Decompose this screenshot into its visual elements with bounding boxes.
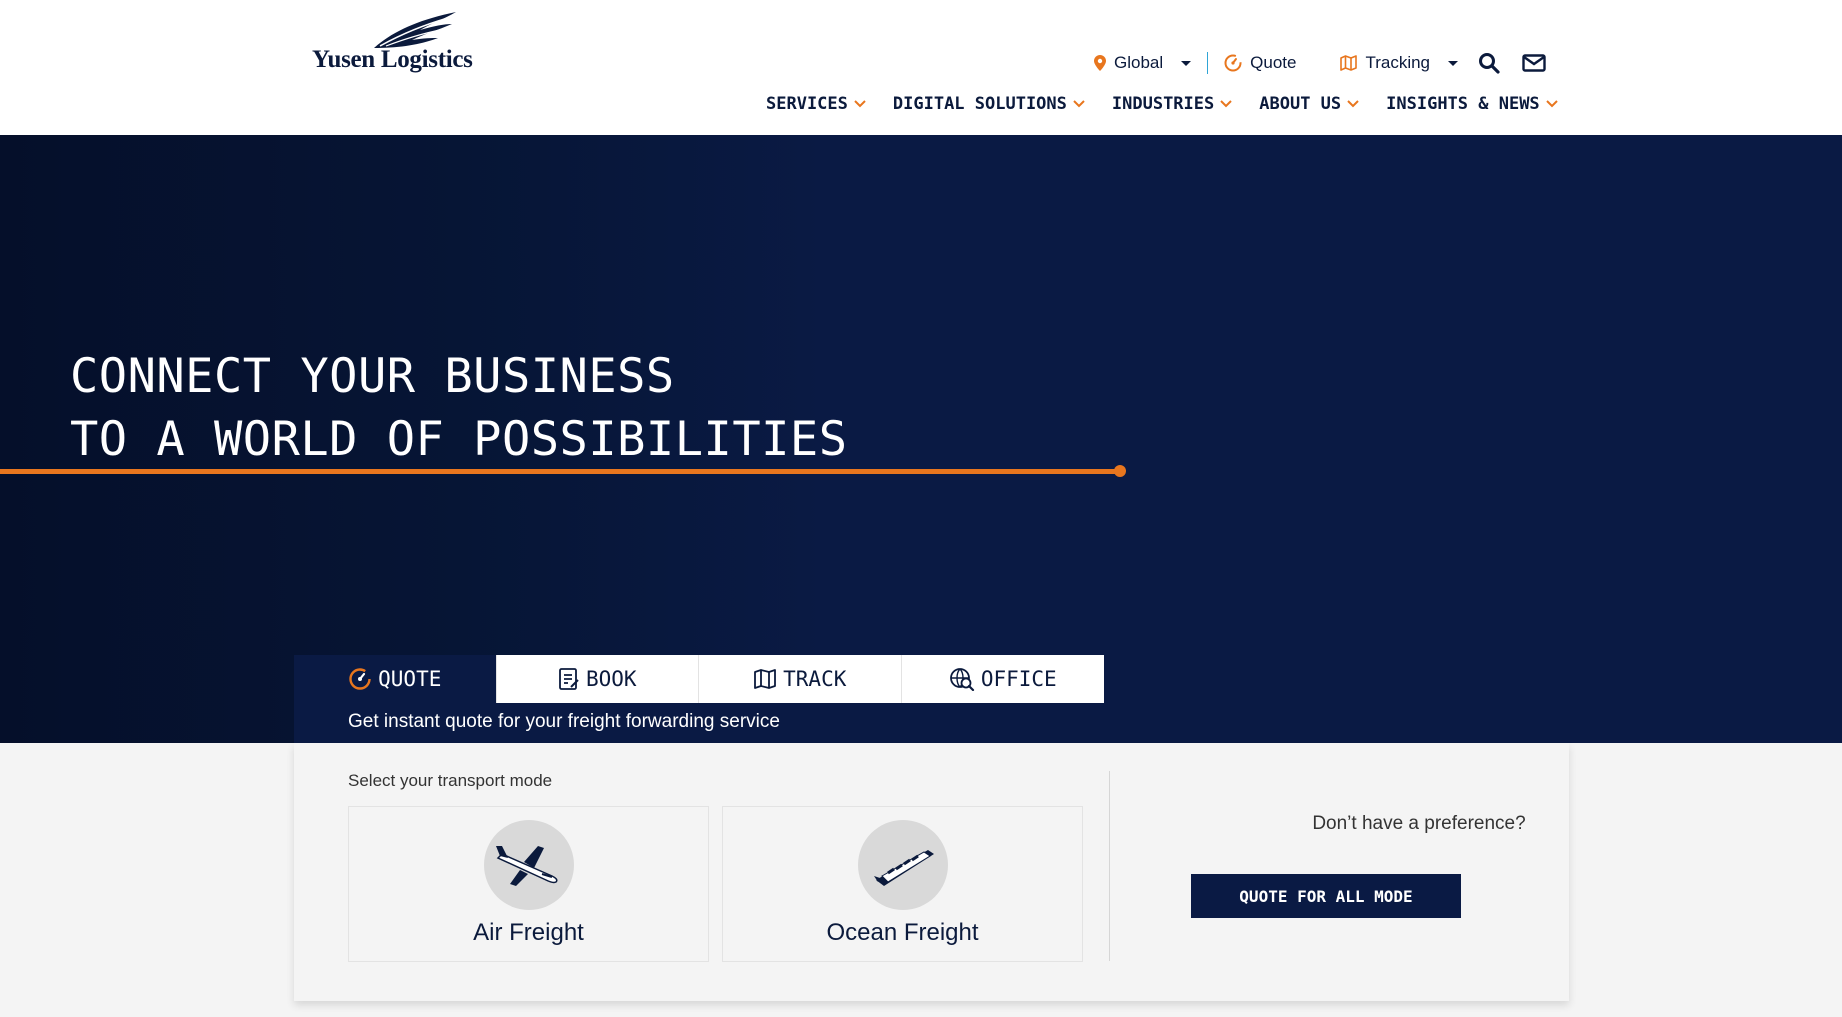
mail-icon (1522, 54, 1546, 72)
quote-label: Quote (1250, 53, 1297, 72)
airplane-icon (496, 846, 558, 886)
tab-label: QUOTE (378, 667, 442, 691)
tab-label: TRACK (783, 667, 847, 691)
quote-link[interactable]: Quote (1224, 53, 1296, 73)
tab-label: OFFICE (980, 667, 1057, 691)
nav-label: INDUSTRIES (1111, 94, 1215, 114)
quote-subtitle: Get instant quote for your freight forwa… (348, 711, 780, 732)
nav-label: DIGITAL SOLUTIONS (892, 94, 1067, 114)
nav-industries[interactable]: INDUSTRIES (1112, 94, 1232, 114)
contact-button[interactable] (1522, 54, 1546, 72)
utility-bar: Global Quote Tracking (1094, 50, 1546, 76)
wing-logo-icon (374, 12, 456, 48)
ocean-freight-card[interactable]: Ocean Freight (722, 806, 1083, 962)
nav-about-us[interactable]: ABOUT US (1259, 94, 1359, 114)
panel-divider (1109, 771, 1110, 961)
map-icon (1340, 55, 1358, 71)
ocean-freight-icon-circle (858, 820, 948, 910)
logo-text: Yusen Logistics (312, 46, 473, 73)
nav-label: ABOUT US (1259, 94, 1342, 114)
nav-label: SERVICES (766, 94, 848, 114)
tracking-label: Tracking (1365, 53, 1431, 72)
search-button[interactable] (1478, 52, 1500, 74)
main-navigation: SERVICES DIGITAL SOLUTIONS INDUSTRIES AB… (766, 94, 1558, 114)
location-pin-icon (1094, 55, 1106, 71)
yusen-logistics-logo[interactable]: Yusen Logistics (312, 10, 482, 73)
nav-digital-solutions[interactable]: DIGITAL SOLUTIONS (893, 94, 1085, 114)
quote-panel-header: Get instant quote for your freight forwa… (294, 703, 1569, 743)
air-freight-card[interactable]: Air Freight (348, 806, 709, 962)
map-icon (754, 669, 777, 689)
tab-quote[interactable]: QUOTE (294, 655, 497, 703)
chevron-down-icon (1073, 100, 1085, 108)
tab-office[interactable]: OFFICE (901, 655, 1104, 703)
hero-title-line-1: CONNECT YOUR BUSINESS (70, 349, 675, 404)
preference-question: Don’t have a preference? (1312, 813, 1526, 834)
quote-icon (1224, 54, 1242, 72)
nav-services[interactable]: SERVICES (766, 94, 866, 114)
chevron-down-icon (1545, 100, 1558, 108)
office-search-icon (949, 668, 974, 691)
region-selector[interactable]: Global (1094, 53, 1192, 73)
tab-track[interactable]: TRACK (699, 655, 902, 703)
ocean-freight-label: Ocean Freight (826, 919, 979, 946)
tracking-selector[interactable]: Tracking (1340, 53, 1459, 73)
hero-title-line-2: TO A WORLD OF POSSIBILITIES (70, 412, 848, 467)
caret-down-icon (1181, 60, 1192, 66)
transport-mode-label: Select your transport mode (348, 771, 553, 790)
caret-down-icon (1448, 60, 1459, 66)
util-divider (1207, 52, 1209, 74)
nav-label: INSIGHTS & NEWS (1386, 94, 1540, 114)
tab-book[interactable]: BOOK (496, 655, 699, 703)
quote-icon (349, 668, 371, 690)
chevron-down-icon (1347, 100, 1359, 108)
service-tabs: QUOTE BOOK TRACK OFFICE (294, 655, 1104, 703)
ship-icon (874, 850, 934, 886)
chevron-down-icon (854, 100, 866, 108)
hero-title: CONNECT YOUR BUSINESS TO A WORLD OF POSS… (70, 345, 848, 471)
region-label: Global (1114, 53, 1164, 72)
search-icon (1479, 53, 1500, 74)
air-freight-label: Air Freight (473, 919, 584, 946)
chevron-down-icon (1220, 100, 1232, 108)
hero-accent-line (0, 469, 1120, 474)
nav-insights-news[interactable]: INSIGHTS & NEWS (1386, 94, 1558, 114)
quote-all-modes-button[interactable]: QUOTE FOR ALL MODE (1191, 874, 1461, 918)
book-icon (559, 668, 579, 690)
site-header: Yusen Logistics Global Quote Tracking SE… (0, 0, 1842, 135)
tab-label: BOOK (585, 667, 637, 691)
quote-all-label: QUOTE FOR ALL MODE (1239, 886, 1413, 906)
quote-panel: Select your transport mode Air Freight O… (294, 743, 1569, 1001)
air-freight-icon-circle (484, 820, 574, 910)
hero-accent-dot (1114, 465, 1126, 477)
hero-banner: CONNECT YOUR BUSINESS TO A WORLD OF POSS… (0, 135, 1842, 743)
